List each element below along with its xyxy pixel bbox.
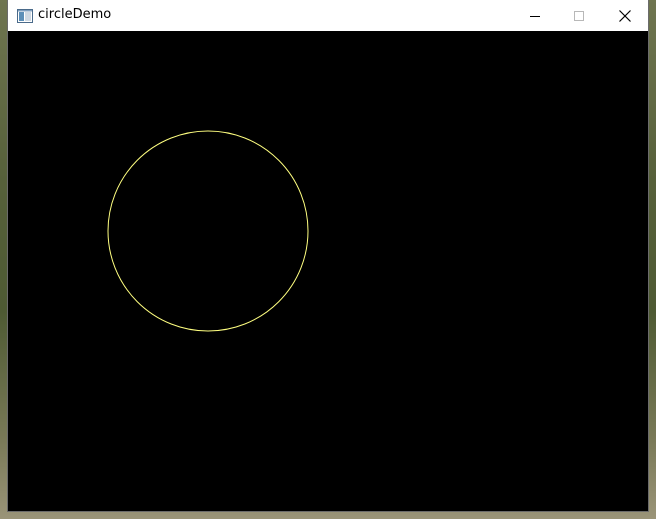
maximize-icon	[574, 10, 584, 21]
app-window[interactable]: circleDemo	[8, 0, 648, 511]
desktop-background: circleDemo	[0, 0, 656, 519]
minimize-button[interactable]	[512, 0, 558, 31]
minimize-icon	[530, 15, 540, 17]
close-icon	[619, 9, 631, 22]
canvas-svg	[107, 130, 309, 332]
drawing-canvas[interactable]	[8, 31, 648, 511]
window-title: circleDemo	[38, 7, 112, 22]
close-button[interactable]	[602, 0, 648, 31]
title-bar[interactable]: circleDemo	[8, 0, 648, 31]
maximize-button[interactable]	[556, 0, 602, 31]
drawn-circle	[107, 130, 309, 332]
app-window-icon	[17, 8, 33, 23]
